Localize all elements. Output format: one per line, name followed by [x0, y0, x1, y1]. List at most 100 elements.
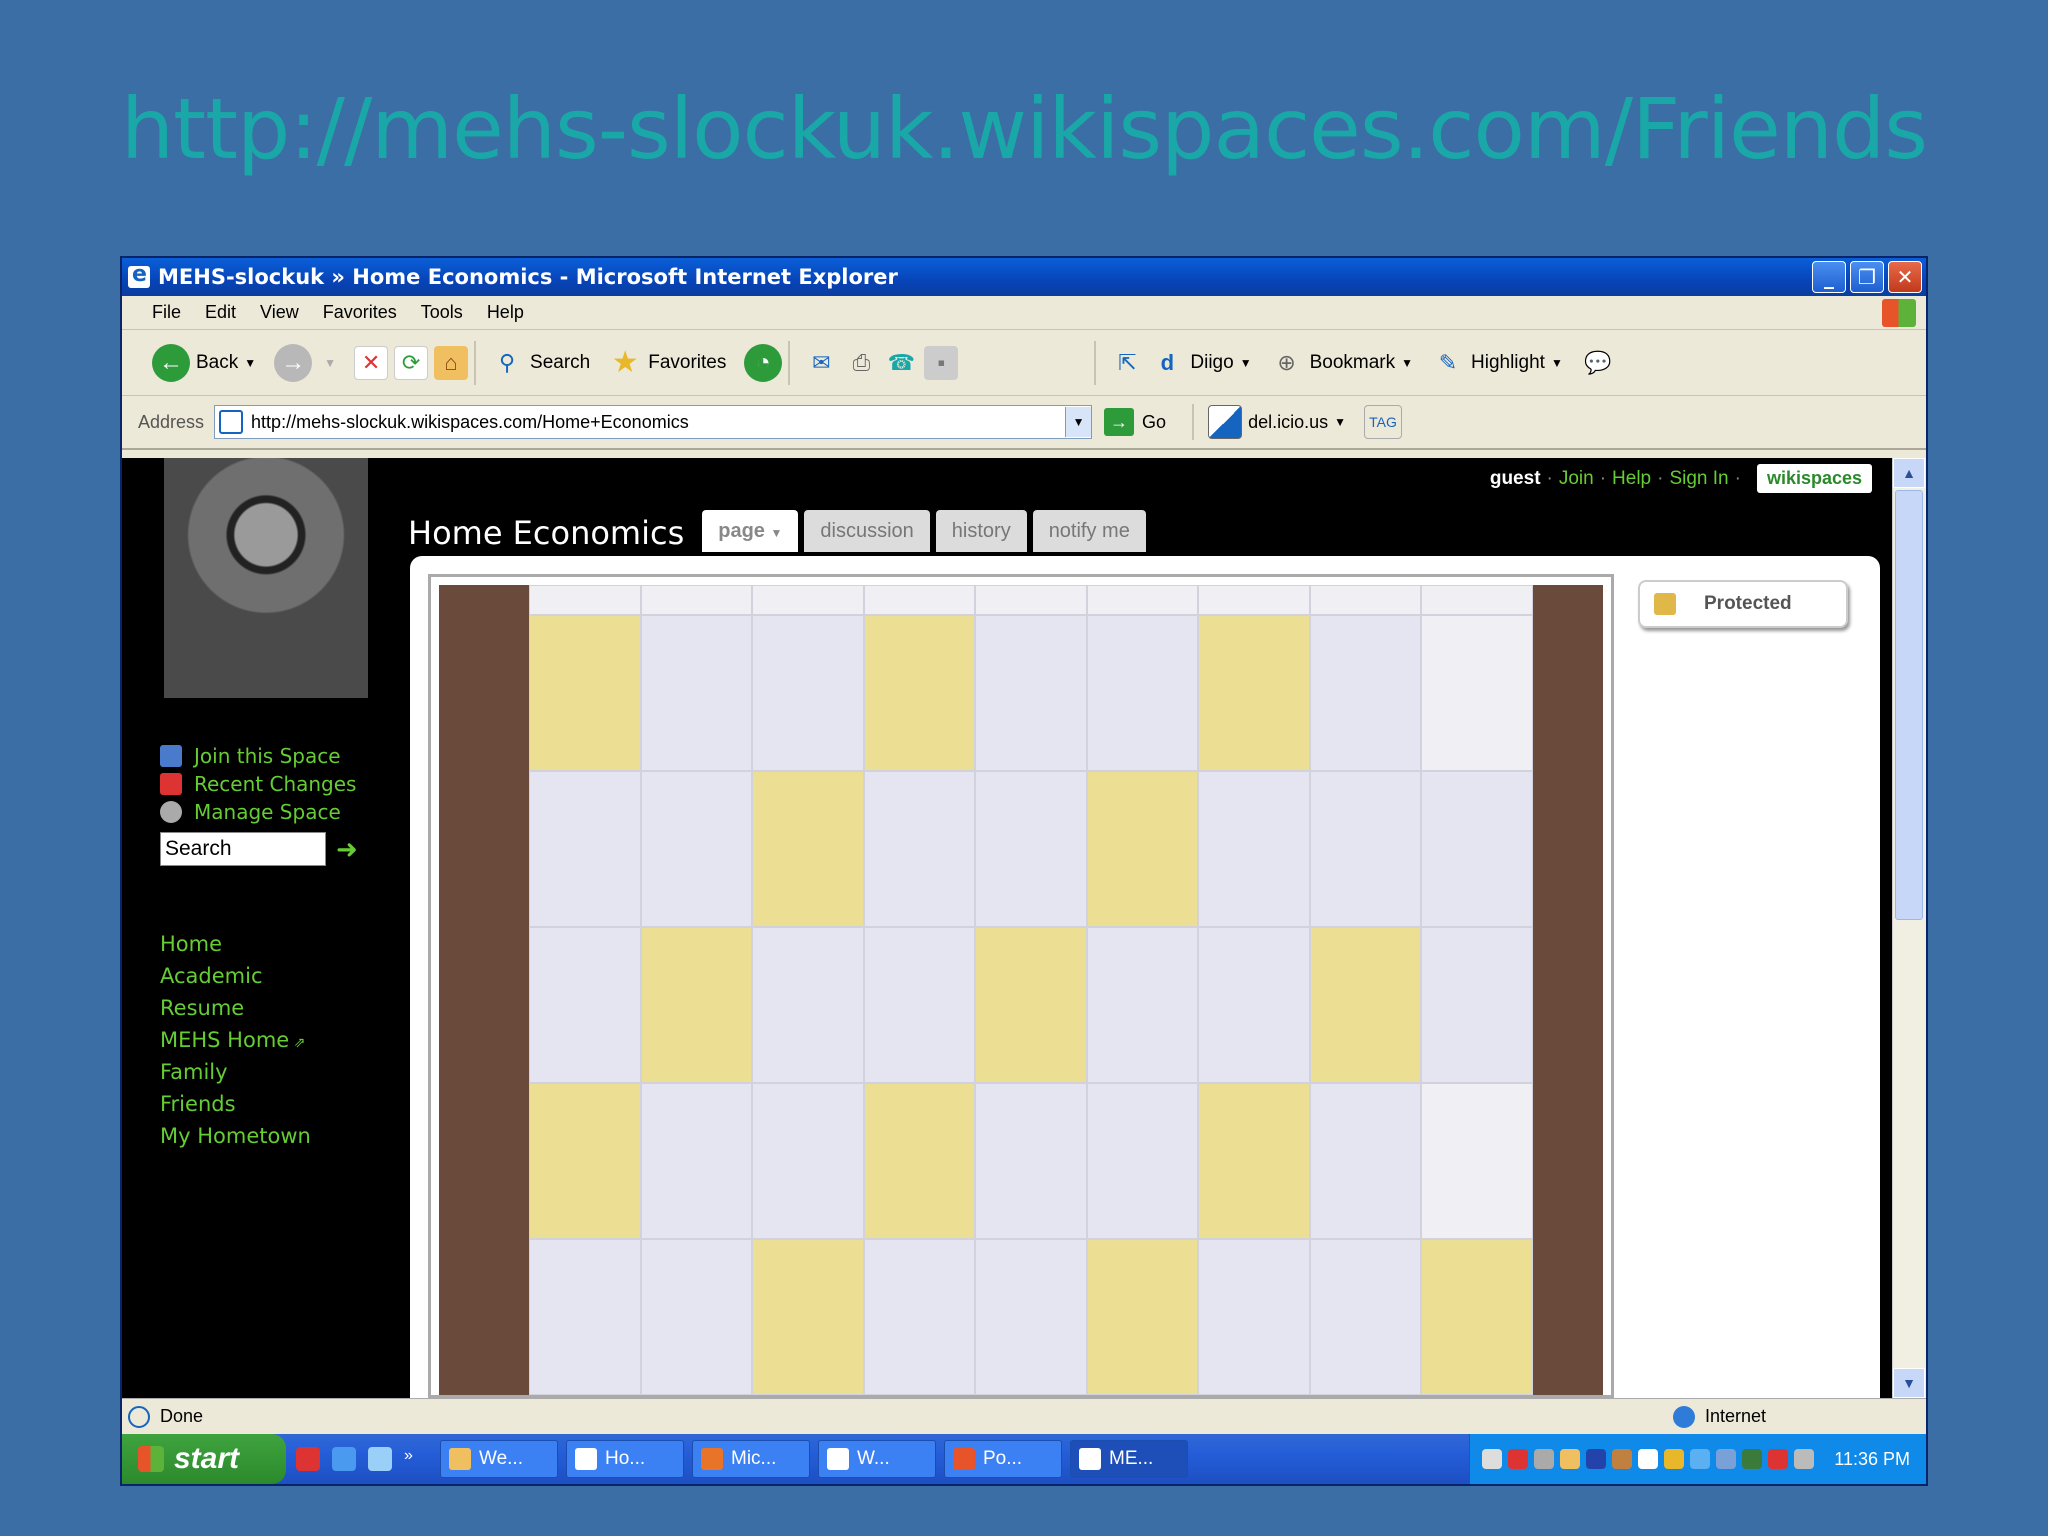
nav-home[interactable]: Home — [160, 928, 311, 960]
join-link[interactable]: Join — [1559, 468, 1594, 490]
quilt-square — [1421, 1083, 1533, 1239]
tray-icon[interactable] — [1794, 1449, 1815, 1469]
diigo-sidebar-icon[interactable]: ⇱ — [1110, 346, 1144, 380]
restore-button[interactable]: ❐ — [1850, 261, 1884, 293]
nav-resume[interactable]: Resume — [160, 992, 311, 1024]
tray-icon[interactable] — [1664, 1449, 1685, 1469]
chevron-down-icon[interactable]: ▼ — [1065, 407, 1092, 437]
taskbar-item-outlook[interactable]: Mic... — [692, 1440, 810, 1478]
quilt-square — [529, 927, 641, 1083]
tab-discussion[interactable]: discussion — [804, 510, 930, 552]
print-icon[interactable]: ⎙ — [844, 346, 878, 380]
history-icon[interactable]: ◔ — [744, 343, 783, 382]
quilt-square — [863, 585, 976, 615]
refresh-icon[interactable]: ⟳ — [394, 345, 429, 380]
nav-academic[interactable]: Academic — [160, 960, 311, 992]
delicious-button[interactable]: del.icio.us ▼ — [1208, 405, 1346, 439]
menu-help[interactable]: Help — [487, 302, 524, 323]
tab-notify-me[interactable]: notify me — [1032, 510, 1146, 552]
scroll-thumb[interactable] — [1895, 490, 1923, 920]
tray-icon[interactable] — [1508, 1449, 1529, 1469]
sidebar-search: Search ➜ — [160, 832, 366, 866]
menu-view[interactable]: View — [260, 302, 299, 323]
sidebar-nav: Home Academic Resume MEHS Home ⇗ Family … — [160, 928, 311, 1152]
tray-icon[interactable] — [1612, 1449, 1633, 1469]
sign-in-link[interactable]: Sign In — [1669, 468, 1728, 490]
ie-quicklaunch-icon[interactable] — [332, 1447, 356, 1471]
quilt-square — [1198, 1083, 1310, 1239]
messenger-icon[interactable]: ☎ — [884, 346, 918, 380]
address-input[interactable]: http://mehs-slockuk.wikispaces.com/Home+… — [214, 405, 1093, 439]
tab-page[interactable]: page ▼ — [702, 510, 799, 552]
nav-my-hometown[interactable]: My Hometown — [160, 1120, 311, 1152]
nav-family[interactable]: Family — [160, 1056, 311, 1088]
vertical-scrollbar[interactable]: ▲ ▼ — [1892, 458, 1926, 1398]
quilt-square — [1309, 585, 1422, 615]
quilt-square — [975, 771, 1087, 927]
research-icon[interactable]: ▪ — [924, 345, 959, 380]
nav-friends[interactable]: Friends — [160, 1088, 311, 1120]
tray-icon[interactable] — [1482, 1449, 1503, 1469]
menu-file[interactable]: File — [152, 302, 181, 323]
taskbar-item-ie-2[interactable]: W... — [818, 1440, 936, 1478]
search-input[interactable]: Search — [160, 832, 326, 866]
tray-icon[interactable] — [1560, 1449, 1581, 1469]
tab-history[interactable]: history — [935, 510, 1027, 552]
search-button[interactable]: ⚲ Search — [490, 346, 590, 380]
forward-button[interactable]: → ▼ — [274, 343, 336, 382]
scroll-up-icon[interactable]: ▲ — [1893, 458, 1925, 488]
minimize-button[interactable]: _ — [1812, 261, 1846, 293]
quilt-square — [752, 1239, 864, 1395]
taskbar-item-powerpoint[interactable]: Po... — [944, 1440, 1062, 1478]
quilt-square — [863, 1083, 976, 1239]
manage-space-link[interactable]: Manage Space — [160, 798, 356, 826]
tray-icon[interactable] — [1534, 1449, 1555, 1469]
go-arrow-icon: → — [1104, 408, 1135, 436]
search-icon: ⚲ — [498, 349, 516, 375]
mail-icon[interactable]: ✉ — [804, 346, 838, 380]
scroll-down-icon[interactable]: ▼ — [1893, 1368, 1925, 1398]
taskbar-item-mehs[interactable]: ME... — [1070, 1440, 1188, 1478]
quilt-square — [1421, 585, 1533, 615]
close-button[interactable]: ✕ — [1888, 261, 1922, 293]
search-go-arrow-icon[interactable]: ➜ — [336, 836, 366, 862]
wikispaces-logo[interactable]: wikispaces — [1756, 464, 1872, 493]
stop-icon[interactable]: ✕ — [354, 345, 389, 380]
quilt-square — [1198, 771, 1310, 927]
tray-icon[interactable] — [1586, 1449, 1607, 1469]
acrobat-icon[interactable] — [296, 1447, 320, 1471]
quilt-square — [863, 771, 976, 927]
comment-icon[interactable]: 💬 — [1581, 346, 1615, 380]
bookmark-button[interactable]: ⊕ Bookmark ▼ — [1270, 346, 1413, 380]
address-url[interactable]: http://mehs-slockuk.wikispaces.com/Home+… — [251, 412, 1065, 433]
quilt-square — [975, 615, 1087, 771]
ie-icon — [1079, 1448, 1101, 1470]
tag-button[interactable]: TAG — [1364, 405, 1402, 439]
start-button[interactable]: start — [122, 1434, 286, 1484]
taskbar-item-ie-1[interactable]: Ho... — [566, 1440, 684, 1478]
tray-icon[interactable] — [1768, 1449, 1789, 1469]
taskbar-item-explorer[interactable]: We... — [440, 1440, 558, 1478]
join-space-link[interactable]: Join this Space — [160, 742, 356, 770]
back-button[interactable]: ← Back ▼ — [152, 343, 256, 382]
quilt-square — [1421, 615, 1533, 771]
address-label: Address — [138, 411, 205, 432]
chevron-right-icon[interactable]: » — [404, 1447, 418, 1471]
tray-icon[interactable] — [1742, 1449, 1763, 1469]
nav-mehs-home[interactable]: MEHS Home ⇗ — [160, 1024, 311, 1056]
highlight-button[interactable]: ✎ Highlight ▼ — [1431, 346, 1563, 380]
menu-edit[interactable]: Edit — [205, 302, 236, 323]
go-button[interactable]: → Go — [1104, 408, 1166, 436]
tray-icon[interactable] — [1638, 1449, 1659, 1469]
help-link[interactable]: Help — [1612, 468, 1651, 490]
home-icon[interactable]: ⌂ — [434, 345, 469, 380]
favorites-button[interactable]: ★ Favorites — [608, 346, 727, 380]
menu-tools[interactable]: Tools — [421, 302, 463, 323]
network-icon[interactable] — [1716, 1449, 1737, 1469]
tray-icon[interactable] — [1690, 1449, 1711, 1469]
menu-favorites[interactable]: Favorites — [323, 302, 397, 323]
recent-changes-link[interactable]: Recent Changes — [160, 770, 356, 798]
ie-quicklaunch-icon-2[interactable] — [368, 1447, 392, 1471]
quilt-square — [640, 771, 753, 927]
diigo-button[interactable]: d Diigo ▼ — [1150, 346, 1252, 380]
